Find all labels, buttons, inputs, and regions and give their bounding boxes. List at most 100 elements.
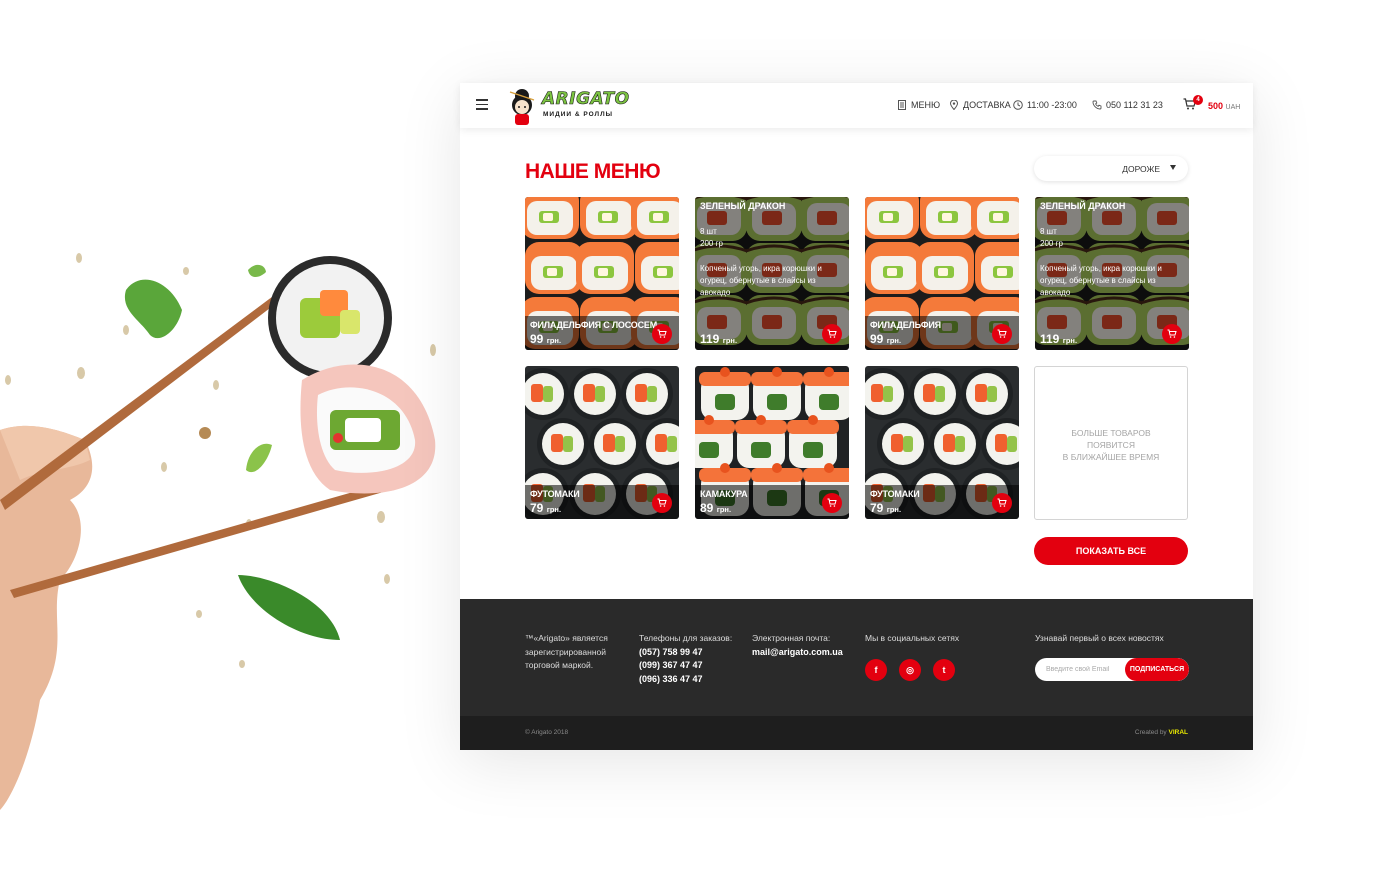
geisha-mascot-icon bbox=[509, 89, 535, 125]
product-name: ФИЛАДЕЛЬФИЯ bbox=[870, 320, 941, 330]
product-price: 79 грн. bbox=[870, 501, 901, 515]
cart-icon bbox=[997, 329, 1007, 338]
add-to-cart-button[interactable] bbox=[992, 493, 1012, 513]
product-portion: 8 шт 200 гр bbox=[700, 226, 723, 250]
nav-delivery-label: ДОСТАВКА bbox=[963, 100, 1011, 110]
working-hours: 11:00 -23:00 bbox=[1013, 100, 1077, 110]
product-price-value: 119 bbox=[1040, 332, 1060, 346]
product-currency: грн. bbox=[886, 336, 902, 345]
sort-selected-value: ДОРОЖЕ bbox=[1122, 164, 1160, 174]
more-products-placeholder: БОЛЬШЕ ТОВАРОВ ПОЯВИТСЯ В БЛИЖАЙШЕЕ ВРЕМ… bbox=[1034, 366, 1188, 520]
phone-link[interactable]: 050 112 31 23 bbox=[1092, 100, 1163, 110]
show-all-button[interactable]: ПОКАЗАТЬ ВСЕ bbox=[1034, 537, 1188, 565]
cart-icon bbox=[827, 498, 837, 507]
order-phone-link[interactable]: (057) 758 99 47 bbox=[639, 646, 732, 660]
location-pin-icon bbox=[949, 100, 959, 110]
product-name: КАМАКУРА bbox=[700, 489, 748, 499]
working-hours-text: 11:00 -23:00 bbox=[1027, 100, 1077, 110]
twitter-icon[interactable]: t bbox=[933, 659, 955, 681]
product-currency: грн. bbox=[546, 336, 562, 345]
product-card[interactable]: ЗЕЛЕНЫЙ ДРАКОН 8 шт 200 гр Копченый угорь, … bbox=[695, 197, 849, 350]
newsletter-email-input[interactable] bbox=[1035, 658, 1131, 681]
add-to-cart-button[interactable] bbox=[822, 324, 842, 344]
product-details-title: ЗЕЛЕНЫЙ ДРАКОН bbox=[1040, 201, 1126, 211]
cart-count-badge: 4 bbox=[1193, 95, 1203, 105]
instagram-icon[interactable]: ◎ bbox=[899, 659, 921, 681]
sort-dropdown[interactable]: ДОРОЖЕ bbox=[1034, 156, 1188, 181]
product-description: Копченый угорь, икра корюшки и огурец, о… bbox=[1040, 264, 1162, 297]
chopsticks-sushi-illustration bbox=[0, 253, 436, 810]
cart-button[interactable]: 4 bbox=[1183, 95, 1203, 115]
page: ARIGATO МИДИИ & РОЛЛЫ МЕНЮ ДОСТАВКА 11:0… bbox=[0, 0, 1380, 881]
newsletter-title: Узнавай первый о всех новостях bbox=[1035, 633, 1164, 643]
product-card[interactable]: ЗЕЛЕНЫЙ ДРАКОН 8 шт 200 гр Копченый угорь, … bbox=[1035, 197, 1189, 350]
nav-menu-label: МЕНЮ bbox=[911, 100, 941, 110]
social-title: Мы в социальных сетях bbox=[865, 633, 960, 643]
agency-link[interactable]: VIRAL bbox=[1169, 729, 1189, 736]
cart-total-value: 500 bbox=[1208, 101, 1224, 111]
product-card[interactable]: КАМАКУРА 89 грн. bbox=[695, 366, 849, 519]
product-price-value: 99 bbox=[530, 332, 544, 346]
product-price: 99 грн. bbox=[870, 332, 901, 346]
product-name: ФИЛАДЕЛЬФИЯ С ЛОСОСЕМ bbox=[530, 320, 658, 330]
created-by-label: Created by bbox=[1134, 729, 1167, 736]
menu-book-icon bbox=[898, 100, 906, 110]
product-card[interactable]: ФИЛАДЕЛЬФИЯ 99 грн. bbox=[865, 197, 1019, 350]
clock-icon bbox=[1013, 100, 1023, 110]
product-name: ФУТОМАКИ bbox=[870, 489, 920, 499]
product-card[interactable]: ФИЛАДЕЛЬФИЯ С ЛОСОСЕМ 99 грн. bbox=[525, 197, 679, 350]
cart-icon bbox=[997, 498, 1007, 507]
trademark-note: ™«Arigato» является зарегистрированной т… bbox=[525, 632, 608, 673]
cart-icon bbox=[657, 498, 667, 507]
email-link[interactable]: mail@arigato.com.ua bbox=[752, 646, 843, 660]
add-to-cart-button[interactable] bbox=[992, 324, 1012, 344]
product-name: ФУТОМАКИ bbox=[530, 489, 580, 499]
product-weight: 200 гр bbox=[1040, 239, 1063, 248]
cart-icon bbox=[1167, 329, 1177, 338]
product-price: 119 грн. bbox=[1040, 332, 1077, 346]
add-to-cart-button[interactable] bbox=[652, 493, 672, 513]
phone-number: 050 112 31 23 bbox=[1106, 100, 1163, 110]
subscribe-button[interactable]: ПОДПИСАТЬСЯ bbox=[1125, 658, 1189, 681]
cart-icon bbox=[827, 329, 837, 338]
nav-menu-link[interactable]: МЕНЮ bbox=[897, 100, 940, 110]
product-portion: 8 шт 200 гр bbox=[1040, 226, 1063, 250]
copyright: © Arigato 2018 bbox=[525, 729, 569, 736]
nav-delivery-link[interactable]: ДОСТАВКА bbox=[949, 100, 1011, 110]
email-contact: Электронная почта: mail@arigato.com.ua bbox=[752, 632, 843, 659]
order-phone-link[interactable]: (096) 336 47 47 bbox=[639, 673, 732, 687]
product-currency: грн. bbox=[722, 336, 738, 345]
phone-icon bbox=[1092, 100, 1102, 110]
product-currency: грн. bbox=[1062, 336, 1078, 345]
product-card[interactable]: ФУТОМАКИ 79 грн. bbox=[525, 366, 679, 519]
credits: Created by VIRAL bbox=[1135, 729, 1188, 736]
add-to-cart-button[interactable] bbox=[822, 493, 842, 513]
hamburger-menu-icon[interactable] bbox=[476, 99, 488, 111]
product-quantity: 8 шт bbox=[1040, 227, 1057, 236]
product-price: 99 грн. bbox=[530, 332, 561, 346]
product-description: Копченый угорь, икра корюшки и огурец, о… bbox=[700, 264, 822, 297]
product-currency: грн. bbox=[546, 505, 562, 514]
product-currency: грн. bbox=[716, 505, 732, 514]
product-price-value: 99 bbox=[870, 332, 884, 346]
add-to-cart-button[interactable] bbox=[652, 324, 672, 344]
order-phone-link[interactable]: (099) 367 47 47 bbox=[639, 659, 732, 673]
caret-down-icon bbox=[1170, 165, 1176, 170]
cart-icon bbox=[657, 329, 667, 338]
product-card[interactable]: ФУТОМАКИ 79 грн. bbox=[865, 366, 1019, 519]
product-price-value: 79 bbox=[870, 501, 884, 515]
product-price: 89 грн. bbox=[700, 501, 731, 515]
product-price-value: 119 bbox=[700, 332, 720, 346]
newsletter-form: ПОДПИСАТЬСЯ bbox=[1035, 658, 1189, 681]
order-phones: Телефоны для заказов: (057) 758 99 47 (0… bbox=[639, 632, 732, 686]
product-price: 119 грн. bbox=[700, 332, 737, 346]
facebook-icon[interactable]: f bbox=[865, 659, 887, 681]
product-currency: грн. bbox=[886, 505, 902, 514]
logo-tagline: МИДИИ & РОЛЛЫ bbox=[543, 111, 613, 118]
email-title: Электронная почта: bbox=[752, 633, 831, 643]
product-price: 79 грн. bbox=[530, 501, 561, 515]
logo[interactable]: ARIGATO МИДИИ & РОЛЛЫ bbox=[502, 86, 634, 125]
website-frame: ARIGATO МИДИИ & РОЛЛЫ МЕНЮ ДОСТАВКА 11:0… bbox=[460, 83, 1253, 750]
product-details-title: ЗЕЛЕНЫЙ ДРАКОН bbox=[700, 201, 786, 211]
add-to-cart-button[interactable] bbox=[1162, 324, 1182, 344]
